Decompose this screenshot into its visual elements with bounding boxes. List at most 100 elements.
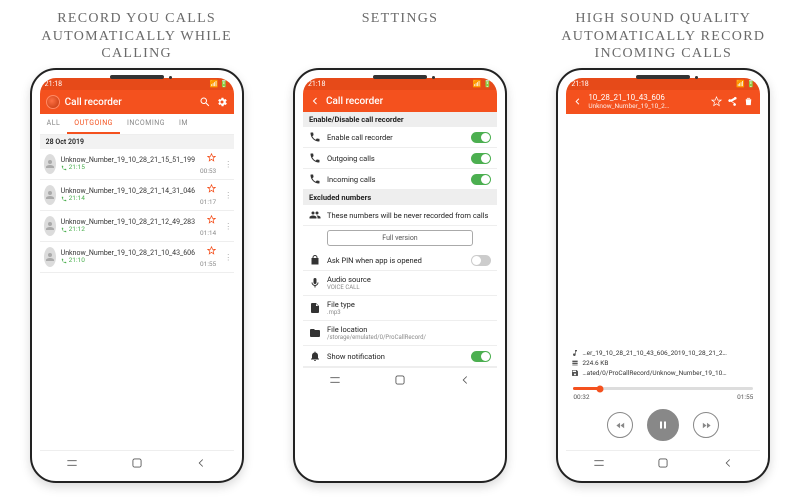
more-icon[interactable]: ⋮: [224, 253, 232, 262]
forward-button[interactable]: [693, 412, 719, 438]
back-icon[interactable]: [458, 373, 472, 387]
player-header: 10_28_21_10_43_606 Unknow_Number_19_10_2…: [566, 90, 760, 114]
more-icon[interactable]: ⋮: [224, 160, 232, 169]
star-icon[interactable]: [711, 96, 722, 107]
share-icon[interactable]: [727, 96, 738, 107]
status-time: 21:18: [45, 80, 62, 88]
status-bar: 21:18📶 🔋: [303, 78, 497, 90]
list-item[interactable]: Unknow_Number_19_10_28_21_15_51_199 21:1…: [40, 149, 234, 180]
search-icon[interactable]: [199, 96, 211, 108]
toggle-on[interactable]: [471, 153, 491, 164]
back-icon[interactable]: [194, 456, 208, 470]
tab-outgoing[interactable]: OUTGOING: [67, 114, 120, 134]
home-icon[interactable]: [130, 456, 144, 470]
setting-file-type[interactable]: File type.mp3: [303, 296, 497, 321]
outgoing-call-icon: [61, 196, 67, 202]
setting-audio-source[interactable]: Audio sourceVOICE CALL: [303, 271, 497, 296]
toggle-on[interactable]: [471, 174, 491, 185]
seek-bar[interactable]: [573, 387, 753, 390]
setting-excluded-numbers[interactable]: These numbers will be never recorded fro…: [303, 205, 497, 226]
star-icon[interactable]: [207, 246, 216, 257]
call-duration: 00:53: [200, 167, 216, 175]
play-duration: 01:55: [737, 393, 753, 401]
avatar-icon: [44, 154, 56, 174]
android-nav-bar: [566, 450, 760, 473]
toggle-on[interactable]: [471, 132, 491, 143]
recording-metadata: …er_19_10_28_21_10_43_606_2019_10_28_21_…: [571, 348, 755, 378]
list-item[interactable]: Unknow_Number_19_10_28_21_10_43_606 21:1…: [40, 242, 234, 273]
star-icon[interactable]: [207, 153, 216, 164]
player-subtitle: Unknow_Number_19_10_2…: [588, 103, 706, 110]
section-header-excluded: Excluded numbers: [303, 190, 497, 205]
folder-icon: [309, 327, 321, 339]
lock-icon: [309, 254, 321, 266]
phone-frame-3: 21:18📶 🔋 10_28_21_10_43_606 Unknow_Numbe…: [556, 68, 770, 483]
back-icon[interactable]: [572, 96, 583, 107]
list-item[interactable]: Unknow_Number_19_10_28_21_12_49_283 21:1…: [40, 211, 234, 242]
outgoing-call-icon: [61, 165, 67, 171]
back-icon[interactable]: [309, 95, 321, 107]
avatar-icon: [44, 185, 56, 205]
toggle-off[interactable]: [471, 255, 491, 266]
avatar-icon: [44, 247, 56, 267]
more-icon[interactable]: ⋮: [224, 222, 232, 231]
status-icons: 📶 🔋: [209, 80, 228, 88]
recents-icon[interactable]: [592, 456, 606, 470]
storage-icon: [571, 359, 579, 367]
setting-incoming-calls[interactable]: Incoming calls: [303, 169, 497, 190]
settings-icon[interactable]: [216, 96, 228, 108]
tab-incoming[interactable]: INCOMING: [120, 114, 172, 134]
back-icon[interactable]: [721, 456, 735, 470]
android-nav-bar: [40, 450, 234, 473]
recents-icon[interactable]: [328, 373, 342, 387]
save-icon: [571, 369, 579, 377]
setting-enable-recorder[interactable]: Enable call recorder: [303, 127, 497, 148]
outgoing-call-icon: [61, 258, 67, 264]
incoming-icon: [309, 173, 321, 185]
tab-bar: ALL OUTGOING INCOMING IM: [40, 114, 234, 135]
outgoing-call-icon: [61, 227, 67, 233]
app-bar: Call recorder: [303, 90, 497, 112]
list-item[interactable]: Unknow_Number_19_10_28_21_14_31_046 21:1…: [40, 180, 234, 211]
toggle-on[interactable]: [471, 351, 491, 362]
star-icon[interactable]: [207, 215, 216, 226]
bell-icon: [309, 350, 321, 362]
play-position: 00:32: [573, 393, 589, 401]
status-bar: 21:18📶 🔋: [566, 78, 760, 90]
caption-2: SETTINGS: [362, 10, 439, 68]
rewind-button[interactable]: [607, 412, 633, 438]
contacts-icon: [309, 209, 321, 221]
seek-thumb[interactable]: [597, 385, 604, 392]
mic-icon: [309, 277, 321, 289]
home-icon[interactable]: [393, 373, 407, 387]
setting-outgoing-calls[interactable]: Outgoing calls: [303, 148, 497, 169]
phone-icon: [309, 131, 321, 143]
phone-frame-1: 21:18 📶 🔋 Call recorder ALL OUTGOING INC…: [30, 68, 244, 483]
pause-button[interactable]: [647, 409, 679, 441]
app-title: Call recorder: [65, 97, 194, 108]
setting-file-location[interactable]: File location/storage/emulated/0/ProCall…: [303, 321, 497, 346]
more-icon[interactable]: ⋮: [224, 191, 232, 200]
phone-frame-2: 21:18📶 🔋 Call recorder Enable/Disable ca…: [293, 68, 507, 483]
recents-icon[interactable]: [65, 456, 79, 470]
app-bar: Call recorder: [40, 90, 234, 114]
music-note-icon: [571, 349, 579, 357]
star-icon[interactable]: [207, 184, 216, 195]
section-header-recorder: Enable/Disable call recorder: [303, 112, 497, 127]
app-title: Call recorder: [326, 96, 491, 107]
date-header: 28 Oct 2019: [40, 135, 234, 149]
app-logo-icon: [46, 95, 60, 109]
status-bar: 21:18 📶 🔋: [40, 78, 234, 90]
caption-3: HIGH SOUND QUALITY AUTOMATICALLY RECORD …: [536, 10, 791, 68]
outgoing-icon: [309, 152, 321, 164]
android-nav-bar: [303, 367, 497, 390]
tab-all[interactable]: ALL: [40, 114, 68, 134]
avatar-icon: [44, 216, 56, 236]
tab-important[interactable]: IM: [172, 114, 195, 134]
caption-1: RECORD YOU CALLS AUTOMATICALLY WHILE CAL…: [9, 10, 264, 68]
setting-ask-pin[interactable]: Ask PIN when app is opened: [303, 250, 497, 271]
setting-show-notification[interactable]: Show notification: [303, 346, 497, 367]
delete-icon[interactable]: [743, 96, 754, 107]
full-version-button[interactable]: Full version: [327, 230, 473, 246]
home-icon[interactable]: [656, 456, 670, 470]
